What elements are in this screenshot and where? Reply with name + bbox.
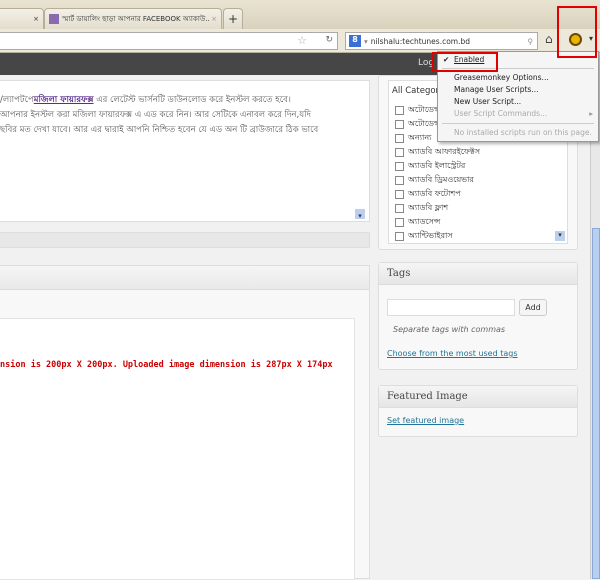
featured-image-box: Featured Image Set featured image (378, 385, 578, 437)
text: এর লেটেস্ট ভার্সনটি ডাউনলোড করে ইনস্টল ক… (93, 95, 291, 105)
set-featured-image-link[interactable]: Set featured image (387, 416, 464, 425)
checkbox[interactable] (395, 133, 404, 143)
error-message: nsion is 200px X 200px. Uploaded image d… (0, 360, 333, 370)
close-tab-icon[interactable]: × (33, 15, 39, 23)
post-editor[interactable]: /ল্যাপটপেমজিলা ফায়ারফক্স এর লেটেস্ট ভার… (0, 80, 370, 222)
tab-title: স্মার্ট ডায়ালিং ছাড়া আপনার FACEBOOK অ্… (62, 15, 210, 23)
category-label: অটোডেস্ক (408, 104, 440, 114)
checkbox[interactable] (395, 217, 404, 227)
tab-techtunes[interactable]: স্মার্ট ডায়ালিং ছাড়া আপনার FACEBOOK অ্… (44, 8, 222, 29)
category-item[interactable]: অ্যাডসেন্স (389, 215, 567, 229)
search-input[interactable]: nilshalu:techtunes.com.bd (371, 37, 470, 46)
magnifier-icon[interactable]: ⚲ (528, 37, 534, 46)
category-item[interactable]: অ্যাডবি ইলাস্ট্রেটর (389, 159, 567, 173)
category-label: অন্যান্য (408, 132, 432, 142)
category-label: অ্যাডবি ফটোশপ (408, 188, 461, 198)
category-item[interactable]: অ্যাডবি আফারইফেক্টস (389, 145, 567, 159)
add-tag-button[interactable]: Add (519, 299, 547, 316)
category-label: অটোডেস্ক (408, 118, 440, 128)
tags-box: Tags Add Separate tags with commas Choos… (378, 262, 578, 370)
tags-title: Tags (379, 263, 577, 285)
category-label: অ্যাডবি ফ্লাশ (408, 202, 449, 212)
featured-image-title: Featured Image (379, 386, 577, 408)
checkbox[interactable] (395, 161, 404, 171)
search-engine-icon[interactable]: 8 (349, 35, 361, 47)
editor-resize-bar[interactable] (0, 232, 370, 248)
menu-no-scripts: No installed scripts run on this page. (454, 128, 592, 137)
close-tab-icon[interactable]: × (211, 15, 217, 23)
image-metabox: nsion is 200px X 200px. Uploaded image d… (0, 265, 370, 580)
bookmark-star-icon[interactable]: ☆ (297, 34, 307, 47)
tab-bar: × স্মার্ট ডায়ালিং ছাড়া আপনার FACEBOOK … (0, 0, 600, 29)
checkbox[interactable] (395, 119, 404, 129)
firefox-link[interactable]: মজিলা ফায়ারফক্স (34, 95, 94, 105)
tab-active[interactable]: × (0, 8, 44, 29)
highlight-box (557, 6, 597, 58)
url-bar[interactable]: ☆ ↻ (0, 32, 338, 50)
metabox-header (0, 266, 369, 290)
highlight-box (432, 52, 498, 72)
scrollbar-thumb[interactable] (592, 228, 600, 579)
metabox-content: nsion is 200px X 200px. Uploaded image d… (0, 318, 355, 580)
submenu-arrow-icon: ▸ (589, 109, 593, 118)
menu-new-script[interactable]: New User Script... (454, 97, 521, 106)
checkbox[interactable] (395, 175, 404, 185)
search-bar[interactable]: 8 ▾ nilshalu:techtunes.com.bd ⚲ (345, 32, 538, 50)
scroll-down-icon[interactable]: ▾ (355, 209, 365, 220)
text: ছবির মত দেখা যাবে। আর এর দ্বারাই আপনি নি… (0, 125, 319, 135)
scroll-down-icon[interactable]: ▾ (555, 231, 565, 241)
category-item[interactable]: অ্যাডবি ড্রিমওয়েভার (389, 173, 567, 187)
category-label: অ্যান্টিভাইরাস (408, 230, 453, 240)
category-item[interactable]: অ্যাডবি ফ্লাশ (389, 201, 567, 215)
choose-tags-link[interactable]: Choose from the most used tags (387, 349, 518, 358)
text: /ল্যাপটপে (0, 95, 34, 105)
home-icon[interactable]: ⌂ (545, 32, 553, 46)
category-label: অ্যাডবি আফারইফেক্টস (408, 146, 480, 156)
engine-dropdown-icon[interactable]: ▾ (364, 37, 368, 46)
checkbox[interactable] (395, 147, 404, 157)
favicon-icon (49, 14, 59, 24)
menu-manage-scripts[interactable]: Manage User Scripts... (454, 85, 538, 94)
new-tab-button[interactable]: + (223, 8, 243, 29)
text: আপনার ইনস্টল করা মজিলা ফায়ারফক্স এ এড ক… (0, 110, 311, 120)
menu-separator (442, 123, 594, 124)
category-label: অ্যাডবি ইলাস্ট্রেটর (408, 160, 466, 170)
checkbox[interactable] (395, 189, 404, 199)
category-label: অ্যাডসেন্স (408, 216, 441, 226)
tag-input[interactable] (387, 299, 515, 316)
checkbox[interactable] (395, 105, 404, 115)
category-item[interactable]: অ্যান্টিভাইরাস (389, 229, 567, 243)
menu-script-commands: User Script Commands... (454, 109, 548, 118)
tags-hint: Separate tags with commas (393, 325, 506, 334)
menu-options[interactable]: Greasemonkey Options... (454, 73, 549, 82)
category-label: অ্যাডবি ড্রিমওয়েভার (408, 174, 474, 184)
checkbox[interactable] (395, 203, 404, 213)
reload-icon[interactable]: ↻ (325, 35, 333, 45)
nav-toolbar: ☆ ↻ 8 ▾ nilshalu:techtunes.com.bd ⚲ ⌂ ▾ (0, 29, 600, 53)
category-item[interactable]: অ্যাডবি ফটোশপ (389, 187, 567, 201)
checkbox[interactable] (395, 231, 404, 241)
